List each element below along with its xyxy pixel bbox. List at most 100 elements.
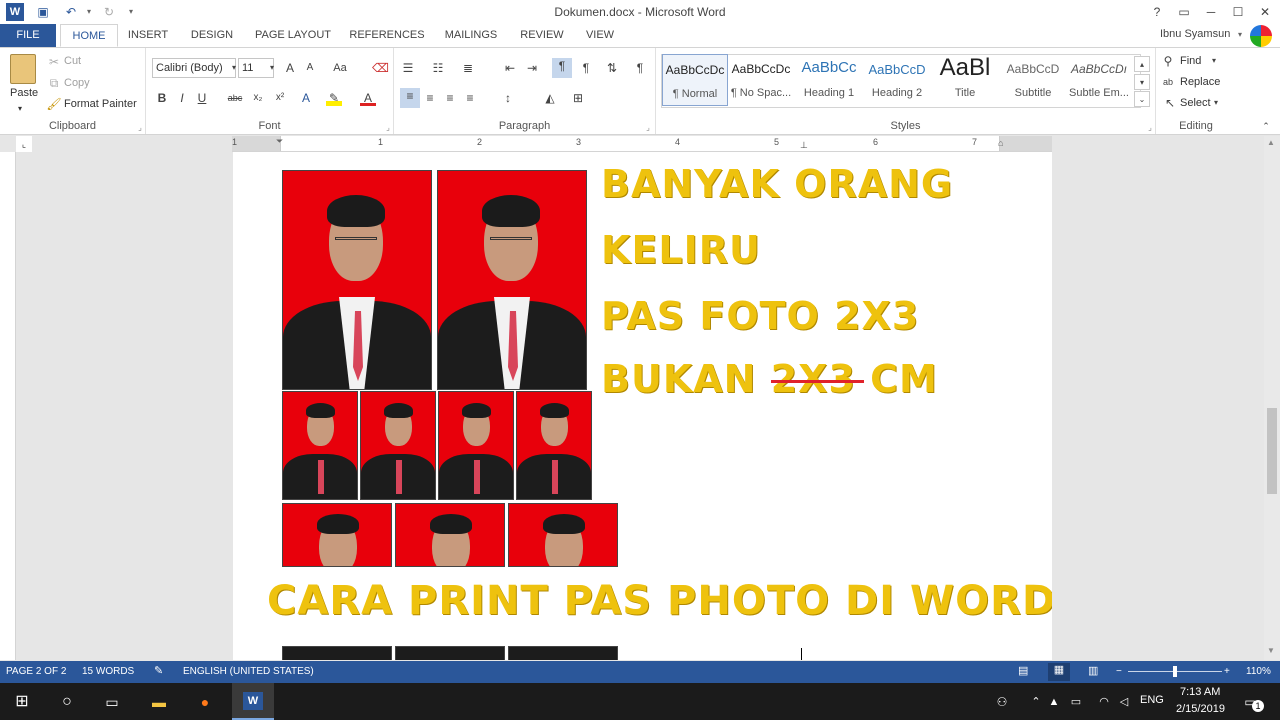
scroll-up-icon[interactable]: ▲ bbox=[1267, 138, 1275, 147]
superscript-button[interactable]: x² bbox=[270, 90, 290, 106]
ltr-direction-icon[interactable]: ¶ bbox=[552, 58, 572, 78]
wifi-icon[interactable]: ◠ bbox=[1094, 692, 1114, 712]
tab-page-layout[interactable]: PAGE LAYOUT bbox=[250, 24, 336, 47]
zoom-slider-thumb[interactable] bbox=[1173, 666, 1177, 677]
font-color-icon[interactable]: A bbox=[360, 90, 376, 106]
scroll-down-icon[interactable]: ▼ bbox=[1267, 646, 1275, 655]
underline-button[interactable]: U bbox=[194, 90, 210, 106]
justify-icon[interactable]: ≡ bbox=[462, 90, 478, 106]
change-case-icon[interactable]: Aa bbox=[328, 60, 352, 76]
show-hide-marks-icon[interactable]: ¶ bbox=[632, 60, 648, 76]
style-heading-2[interactable]: AaBbCcD Heading 2 bbox=[864, 54, 930, 106]
format-painter-icon[interactable]: 🖌 bbox=[46, 96, 62, 112]
tab-stop-marker-icon[interactable]: ⊥ bbox=[800, 140, 808, 151]
multilevel-list-icon[interactable]: ≣ bbox=[460, 60, 476, 76]
shading-icon[interactable]: ◭ bbox=[542, 90, 558, 106]
tab-review[interactable]: REVIEW bbox=[514, 24, 570, 47]
find-icon[interactable]: ⚲ bbox=[1160, 53, 1176, 69]
font-size-dropdown-icon[interactable]: ▾ bbox=[264, 60, 280, 76]
copy-button[interactable]: Copy bbox=[64, 77, 90, 89]
tab-references[interactable]: REFERENCES bbox=[346, 24, 428, 47]
battery-icon[interactable]: ▭ bbox=[1066, 692, 1086, 712]
styles-scroll-down-icon[interactable]: ▾ bbox=[1134, 74, 1150, 90]
windows-start-icon[interactable]: ⊞ bbox=[12, 692, 32, 712]
highlight-color-icon[interactable]: ✎ bbox=[326, 90, 342, 106]
people-icon[interactable]: ⚇ bbox=[992, 692, 1012, 712]
volume-icon[interactable]: ◁ bbox=[1114, 692, 1134, 712]
page-count[interactable]: PAGE 2 OF 2 bbox=[6, 666, 66, 677]
passport-photo-small[interactable] bbox=[360, 391, 436, 500]
styles-scroll-up-icon[interactable]: ▴ bbox=[1134, 56, 1150, 72]
style-subtitle[interactable]: AaBbCcD Subtitle bbox=[1000, 54, 1066, 106]
clear-formatting-icon[interactable]: ⌫ bbox=[372, 60, 389, 76]
headline-line-2[interactable]: KELIRU bbox=[601, 228, 761, 272]
ribbon-display-options-button[interactable]: ▭ bbox=[1171, 2, 1197, 22]
minimize-button[interactable]: ─ bbox=[1198, 2, 1224, 22]
style-title[interactable]: AaBl Title bbox=[932, 54, 998, 106]
user-account[interactable]: Ibnu Syamsun bbox=[1160, 28, 1230, 40]
show-hidden-icons-icon[interactable]: ⌃ bbox=[1026, 692, 1046, 712]
passport-photo[interactable] bbox=[282, 170, 432, 390]
subscript-button[interactable]: x₂ bbox=[248, 90, 268, 106]
network-app-icon[interactable]: ▲ bbox=[1044, 692, 1064, 712]
sort-icon[interactable]: ⇅ bbox=[604, 60, 620, 76]
account-dropdown-icon[interactable]: ▾ bbox=[1238, 30, 1242, 39]
increase-indent-icon[interactable]: ⇥ bbox=[524, 60, 540, 76]
bold-button[interactable]: B bbox=[154, 90, 170, 106]
passport-photo-medium[interactable] bbox=[508, 646, 618, 660]
align-left-icon[interactable]: ≡ bbox=[400, 88, 420, 108]
close-button[interactable]: ✕ bbox=[1252, 2, 1278, 22]
help-button[interactable]: ? bbox=[1144, 2, 1170, 22]
word-count[interactable]: 15 WORDS bbox=[82, 666, 134, 677]
passport-photo-medium[interactable] bbox=[282, 503, 392, 567]
style-heading-1[interactable]: AaBbCc Heading 1 bbox=[796, 54, 862, 106]
styles-more-icon[interactable]: ⌄ bbox=[1134, 91, 1150, 107]
tab-design[interactable]: DESIGN bbox=[184, 24, 240, 47]
align-right-icon[interactable]: ≡ bbox=[442, 90, 458, 106]
print-layout-icon[interactable]: ▦ bbox=[1048, 663, 1070, 681]
rtl-direction-icon[interactable]: ¶ bbox=[578, 60, 594, 76]
style-subtle-emphasis[interactable]: AaBbCcDı Subtle Em... bbox=[1066, 54, 1132, 106]
paragraph-launcher-icon[interactable]: ⌟ bbox=[640, 120, 656, 136]
language-indicator[interactable]: ENGLISH (UNITED STATES) bbox=[183, 666, 314, 677]
tab-insert[interactable]: INSERT bbox=[122, 24, 174, 47]
passport-photo-medium[interactable] bbox=[395, 646, 505, 660]
passport-photo-medium[interactable] bbox=[508, 503, 618, 567]
collapse-ribbon-icon[interactable]: ⌃ bbox=[1258, 118, 1274, 134]
right-indent-marker-icon[interactable]: ⌂ bbox=[998, 138, 1003, 148]
clock-time[interactable]: 7:13 AM bbox=[1180, 686, 1220, 698]
select-dropdown-icon[interactable]: ▾ bbox=[1208, 95, 1224, 111]
firefox-icon[interactable]: ● bbox=[195, 692, 215, 712]
select-icon[interactable]: ↖ bbox=[1162, 95, 1178, 111]
avatar[interactable] bbox=[1250, 25, 1272, 47]
find-button[interactable]: Find bbox=[1180, 55, 1201, 67]
paste-dropdown-icon[interactable]: ▾ bbox=[18, 104, 22, 113]
input-language[interactable]: ENG bbox=[1140, 694, 1164, 706]
task-view-icon[interactable]: ▭ bbox=[102, 692, 122, 712]
paste-button[interactable]: Paste bbox=[10, 87, 38, 99]
tab-mailings[interactable]: MAILINGS bbox=[438, 24, 504, 47]
zoom-in-icon[interactable]: + bbox=[1224, 666, 1230, 677]
left-indent-marker-icon[interactable]: ⏷ bbox=[276, 136, 283, 147]
word-taskbar-button[interactable]: W bbox=[232, 683, 274, 720]
italic-button[interactable]: I bbox=[174, 90, 190, 106]
vertical-ruler[interactable] bbox=[0, 152, 16, 660]
passport-photo-medium[interactable] bbox=[282, 646, 392, 660]
document-page[interactable]: BANYAK ORANG KELIRU PAS FOTO 2X3 BUKAN 2… bbox=[233, 152, 1052, 660]
format-painter-button[interactable]: Format Painter bbox=[64, 98, 137, 110]
cut-button[interactable]: Cut bbox=[64, 55, 81, 67]
replace-button[interactable]: Replace bbox=[1180, 76, 1220, 88]
web-layout-icon[interactable]: ▥ bbox=[1088, 664, 1098, 677]
tab-view[interactable]: VIEW bbox=[580, 24, 620, 47]
zoom-out-icon[interactable]: − bbox=[1116, 666, 1122, 677]
read-mode-icon[interactable]: ▤ bbox=[1018, 664, 1028, 677]
numbering-icon[interactable]: ☷ bbox=[430, 60, 446, 76]
strikethrough-button[interactable]: abc bbox=[224, 90, 246, 106]
passport-photo-small[interactable] bbox=[282, 391, 358, 500]
maximize-button[interactable]: ☐ bbox=[1225, 2, 1251, 22]
headline-line-1[interactable]: BANYAK ORANG bbox=[601, 162, 953, 206]
horizontal-ruler[interactable]: ⏷ ⌂ ⊥ 1 1 2 3 4 5 6 7 bbox=[232, 136, 1052, 152]
tab-file[interactable]: FILE bbox=[0, 24, 56, 47]
tab-home[interactable]: HOME bbox=[60, 24, 118, 47]
font-family-combo[interactable]: Calibri (Body) bbox=[152, 58, 236, 78]
